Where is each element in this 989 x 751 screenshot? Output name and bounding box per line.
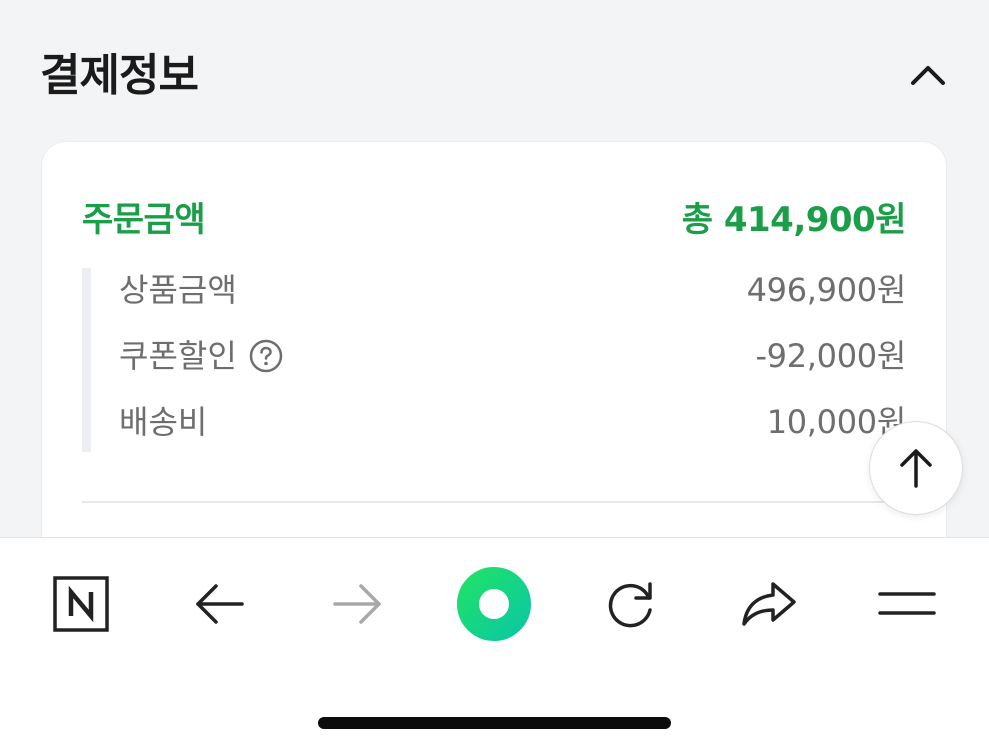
coupon-discount-label: 쿠폰할인	[119, 337, 237, 375]
back-button[interactable]	[180, 564, 260, 644]
reload-button[interactable]	[591, 564, 671, 644]
share-button[interactable]	[729, 564, 809, 644]
product-amount-row: 상품금액 496,900원	[119, 268, 906, 312]
menu-button[interactable]	[867, 564, 947, 644]
coupon-discount-row: 쿠폰할인 -92,000원	[119, 334, 906, 378]
scroll-to-top-button[interactable]	[869, 421, 963, 515]
naver-n-icon	[53, 576, 109, 632]
page-title: 결제정보	[40, 50, 199, 101]
product-amount-label: 상품금액	[119, 271, 237, 309]
amount-breakdown: 상품금액 496,900원 쿠폰할인 -92,000원 배송비 10,000원	[82, 268, 906, 452]
share-icon	[742, 582, 796, 626]
order-total-row: 주문금액 총 414,900원	[82, 198, 907, 242]
arrow-up-icon	[900, 449, 932, 488]
home-indicator	[318, 717, 671, 729]
card-divider	[82, 501, 906, 503]
shipping-fee-label: 배송비	[119, 403, 208, 441]
collapse-button[interactable]	[906, 52, 950, 96]
green-dot-icon	[457, 567, 531, 641]
order-total-value: 총 414,900원	[681, 200, 907, 240]
arrow-right-icon	[333, 584, 381, 624]
shipping-fee-row: 배송비 10,000원	[119, 400, 906, 444]
coupon-discount-value: -92,000원	[755, 337, 906, 375]
payment-info-header: 결제정보	[40, 44, 950, 108]
payment-card: 주문금액 총 414,900원 상품금액 496,900원 쿠폰할인 -92,0…	[42, 142, 946, 582]
chevron-up-icon	[911, 66, 945, 85]
menu-icon	[878, 592, 936, 615]
green-dot-button[interactable]	[454, 564, 534, 644]
order-amount-label: 주문금액	[82, 200, 206, 240]
naver-home-button[interactable]	[41, 564, 121, 644]
product-amount-value: 496,900원	[746, 271, 907, 309]
forward-button[interactable]	[317, 564, 397, 644]
browser-toolbar	[0, 537, 989, 751]
question-circle-icon[interactable]	[249, 339, 283, 373]
arrow-left-icon	[196, 584, 244, 624]
reload-icon	[608, 582, 652, 628]
